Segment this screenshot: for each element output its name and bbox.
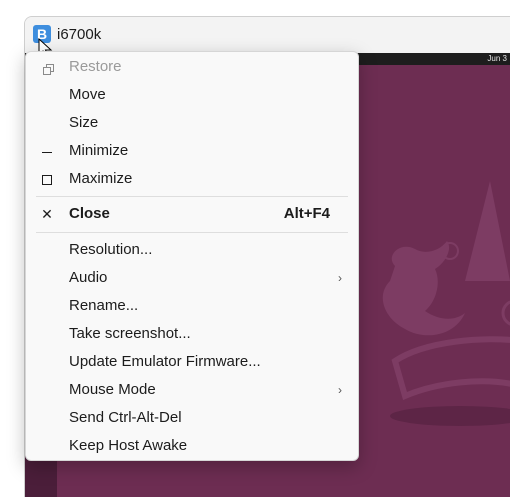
system-menu: Restore Move Size Minimize Maximize ✕ Cl… (25, 51, 359, 461)
menu-item-label: Take screenshot... (69, 325, 191, 342)
menu-item-label: Maximize (69, 170, 133, 187)
menu-item-send-ctrl-alt-del[interactable]: Send Ctrl-Alt-Del (26, 404, 358, 432)
menu-item-resolution[interactable]: Resolution... (26, 236, 358, 264)
menu-item-label: Send Ctrl-Alt-Del (69, 409, 182, 426)
menu-item-keep-host-awake[interactable]: Keep Host Awake (26, 432, 358, 460)
menu-item-label: Rename... (69, 297, 139, 314)
menu-item-move[interactable]: Move (26, 81, 358, 109)
chevron-right-icon: › (338, 271, 342, 285)
menu-item-close[interactable]: ✕ Close Alt+F4 (26, 200, 358, 228)
menu-item-maximize[interactable]: Maximize (26, 165, 358, 193)
menu-item-minimize[interactable]: Minimize (26, 137, 358, 165)
close-icon: ✕ (41, 206, 53, 222)
window-title: i6700k (57, 26, 102, 43)
menu-item-label: Update Emulator Firmware... (69, 353, 261, 370)
menu-item-label: Restore (69, 58, 122, 75)
chevron-right-icon: › (338, 383, 342, 397)
menu-item-label: Audio (69, 269, 108, 286)
menu-item-update-firmware[interactable]: Update Emulator Firmware... (26, 348, 358, 376)
menu-item-label: Resolution... (69, 241, 153, 258)
menu-item-label: Close (69, 205, 110, 222)
menu-item-audio[interactable]: Audio › (26, 264, 358, 292)
menu-item-rename[interactable]: Rename... (26, 292, 358, 320)
menu-item-size[interactable]: Size (26, 109, 358, 137)
menu-separator (36, 196, 348, 197)
menu-item-restore[interactable]: Restore (26, 53, 358, 81)
guest-clock: Jun 3 (487, 54, 507, 63)
menu-separator (36, 232, 348, 233)
menu-item-take-screenshot[interactable]: Take screenshot... (26, 320, 358, 348)
maximize-icon (38, 165, 56, 193)
menu-item-label: Minimize (69, 142, 129, 159)
minimize-icon (38, 137, 56, 165)
title-bar[interactable]: B i6700k (25, 17, 510, 59)
wallpaper-crown-graphic (382, 181, 510, 426)
close-shortcut: Alt+F4 (283, 205, 330, 222)
restore-icon (38, 53, 56, 81)
menu-item-label: Move (69, 86, 106, 103)
menu-item-label: Mouse Mode (69, 381, 156, 398)
menu-item-label: Size (69, 114, 99, 131)
menu-item-mouse-mode[interactable]: Mouse Mode › (26, 376, 358, 404)
menu-item-label: Keep Host Awake (69, 437, 188, 454)
